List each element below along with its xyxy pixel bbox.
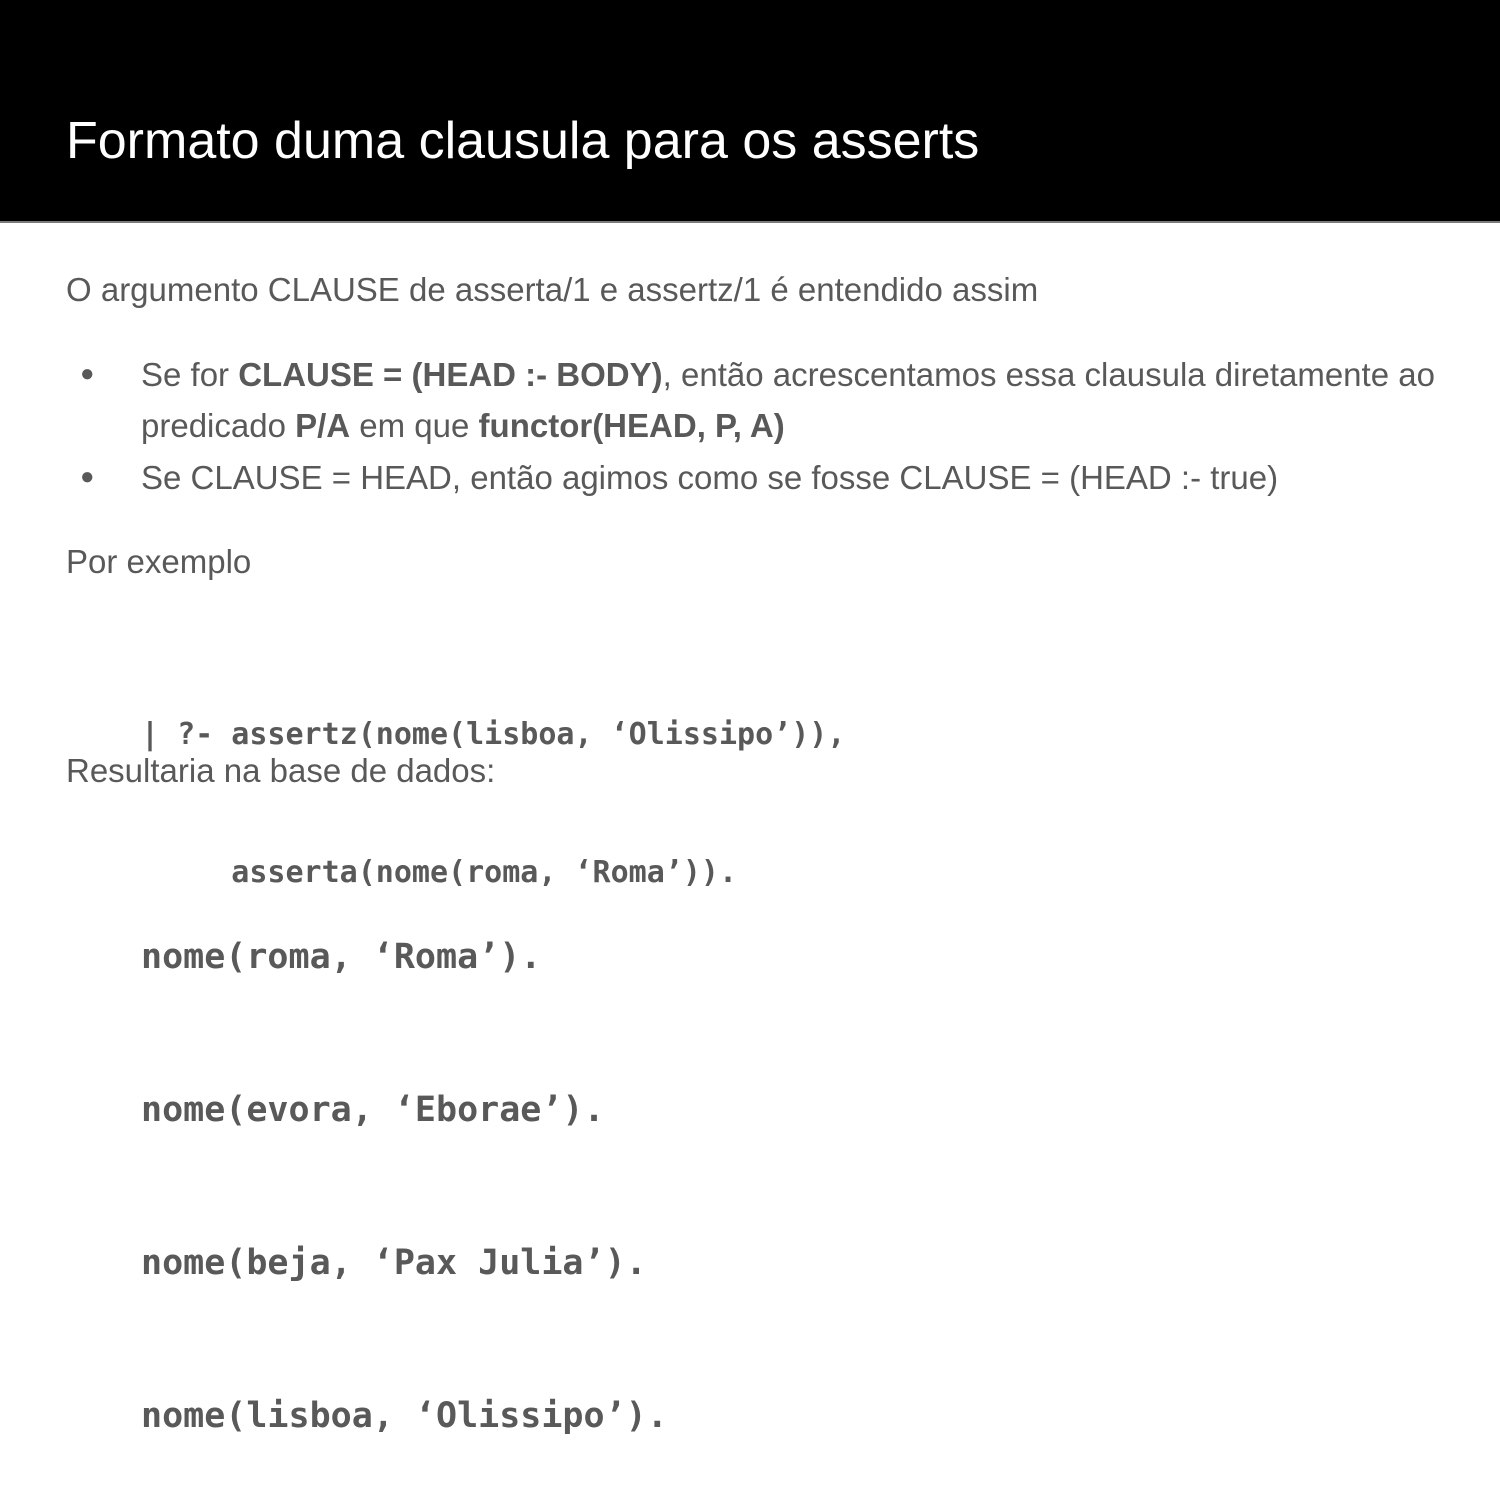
code-line: nome(lisboa, ‘Olissipo’). [141,1396,668,1436]
result-code-block: nome(roma, ‘Roma’). nome(evora, ‘Eborae’… [141,830,668,1493]
bullet-text-part: em que [350,407,479,444]
bullet-text: Se for CLAUSE = (HEAD :- BODY), então ac… [141,349,1461,451]
result-label: Resultaria na base de dados: [66,752,496,789]
bullet-text-part: Se for [141,356,239,393]
code-line: nome(roma, ‘Roma’). [141,937,542,977]
bullet-text-bold: functor(HEAD, P, A) [478,407,785,444]
code-line: nome(evora, ‘Eborae’). [141,1090,605,1130]
bullet-text-bold: P/A [295,407,351,444]
bullet-dot: ● [80,463,95,490]
slide-title: Formato duma clausula para os asserts [66,112,980,170]
bullet-text-bold: CLAUSE = (HEAD :- BODY) [238,356,663,393]
title-bar: Formato duma clausula para os asserts [0,0,1500,223]
example-label: Por exemplo [66,543,252,580]
code-line: nome(beja, ‘Pax Julia’). [141,1243,647,1283]
bullet-dot: ● [80,360,95,387]
bullet-text: Se CLAUSE = HEAD, então agimos como se f… [141,459,1279,496]
intro-text: O argumento CLAUSE de asserta/1 e assert… [66,271,1039,308]
